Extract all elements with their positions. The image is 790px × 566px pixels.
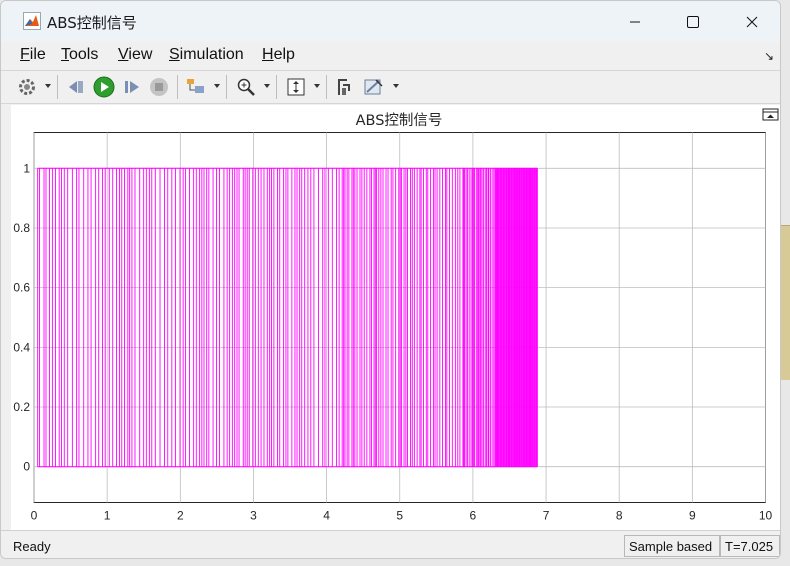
- y-tick-label: 0: [23, 460, 30, 474]
- x-tick-label: 6: [470, 509, 477, 523]
- style-dropdown-icon[interactable]: [393, 84, 399, 88]
- close-button[interactable]: [723, 1, 780, 42]
- cursor-measure-icon[interactable]: [334, 75, 356, 99]
- autoscale-dropdown-icon[interactable]: [314, 84, 320, 88]
- menu-view[interactable]: View: [118, 46, 152, 64]
- x-tick-label: 2: [177, 509, 184, 523]
- menu-simulation[interactable]: Simulation: [169, 46, 244, 64]
- menu-help[interactable]: Help: [262, 46, 295, 64]
- menu-bar: File Tools View Simulation Help ↘: [1, 42, 780, 70]
- zoom-icon[interactable]: [234, 75, 258, 99]
- chart-title: ABS控制信号: [356, 112, 443, 129]
- style-icon[interactable]: [362, 75, 386, 99]
- maximize-button[interactable]: [664, 1, 722, 42]
- undock-icon[interactable]: [762, 108, 779, 121]
- toolbar-separator: [326, 75, 327, 99]
- status-ready-text: Ready: [13, 539, 51, 554]
- x-tick-label: 8: [616, 509, 623, 523]
- settings-dropdown-icon[interactable]: [45, 84, 51, 88]
- x-tick-label: 5: [396, 509, 403, 523]
- sample-mode-indicator: Sample based: [624, 535, 720, 557]
- scope-window: ABS控制信号 File Tools View Simulation Help …: [0, 0, 781, 559]
- x-tick-label: 4: [323, 509, 330, 523]
- x-tick-label: 3: [250, 509, 257, 523]
- stop-icon[interactable]: [148, 75, 170, 99]
- x-tick-label: 0: [31, 509, 38, 523]
- toolbar-separator: [57, 75, 58, 99]
- x-tick-label: 1: [104, 509, 111, 523]
- status-bar: Ready Sample based T=7.025: [1, 530, 780, 558]
- zoom-dropdown-icon[interactable]: [264, 84, 270, 88]
- toolbar-separator: [177, 75, 178, 99]
- window-title: ABS控制信号: [47, 14, 137, 32]
- minimize-button[interactable]: [606, 1, 664, 42]
- matlab-icon: [23, 12, 41, 30]
- signal-dropdown-icon[interactable]: [214, 84, 220, 88]
- menu-tools[interactable]: Tools: [61, 46, 98, 64]
- dock-arrow-icon[interactable]: ↘: [764, 49, 774, 63]
- step-back-icon[interactable]: [65, 75, 87, 99]
- x-tick-label: 10: [759, 509, 773, 523]
- autoscale-icon[interactable]: [285, 75, 307, 99]
- toolbar: [1, 70, 780, 104]
- y-tick-label: 0.4: [13, 340, 30, 354]
- y-tick-label: 0.2: [13, 400, 30, 414]
- signal-dense-region: [494, 168, 538, 467]
- menu-file[interactable]: File: [20, 46, 46, 64]
- settings-icon[interactable]: [16, 75, 38, 99]
- x-tick-label: 7: [543, 509, 550, 523]
- step-forward-icon[interactable]: [121, 75, 143, 99]
- background-window-edge: [781, 225, 790, 380]
- toolbar-separator: [276, 75, 277, 99]
- plot-panel: ABS控制信号 0 1 2 3 4 5 6 7 8 9 10 0 0.2 0.4 0.6 0.8 1: [11, 105, 781, 530]
- y-tick-label: 0.6: [13, 281, 30, 295]
- signal-selector-icon[interactable]: [184, 75, 208, 99]
- x-tick-labels: 0 1 2 3 4 5 6 7 8 9 10: [31, 509, 773, 523]
- scope-chart[interactable]: ABS控制信号 0 1 2 3 4 5 6 7 8 9 10 0 0.2 0.4 0.6 0.8 1: [11, 105, 781, 530]
- toolbar-separator: [226, 75, 227, 99]
- x-tick-label: 9: [689, 509, 696, 523]
- title-bar[interactable]: ABS控制信号: [1, 1, 780, 42]
- y-tick-labels: 0 0.2 0.4 0.6 0.8 1: [13, 161, 30, 473]
- run-icon[interactable]: [92, 75, 116, 99]
- y-tick-label: 0.8: [13, 221, 30, 235]
- y-tick-label: 1: [23, 161, 30, 175]
- simulation-time-indicator: T=7.025: [720, 535, 780, 557]
